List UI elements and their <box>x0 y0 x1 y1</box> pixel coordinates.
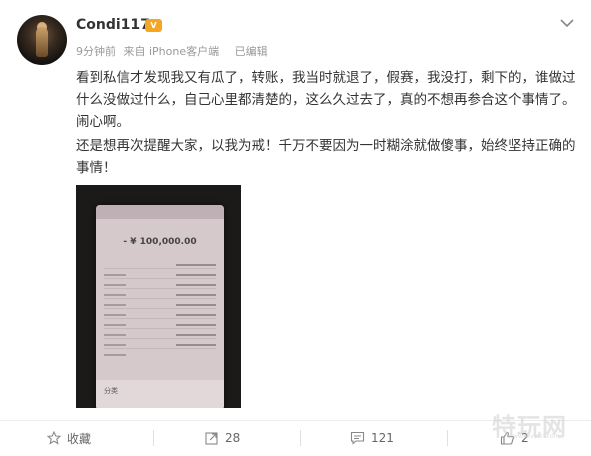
post-image[interactable]: - ¥ 100,000.00 分类 <box>76 185 241 408</box>
detail-row <box>104 301 216 316</box>
favorite-icon <box>47 431 61 445</box>
forward-button[interactable]: 28 <box>205 422 240 454</box>
vip-badge-icon: V <box>145 19 162 32</box>
like-button[interactable]: 2 <box>500 422 529 454</box>
action-separator <box>447 430 448 446</box>
comment-count: 121 <box>371 431 394 445</box>
transfer-detail-rows <box>96 261 224 356</box>
action-separator <box>300 430 301 446</box>
weibo-post-card: Condi117 V 9分钟前 来自 iPhone客户端 已编辑 看到私信才发现… <box>0 0 591 456</box>
forward-count: 28 <box>225 431 241 445</box>
detail-row <box>104 271 216 286</box>
detail-row <box>104 331 216 346</box>
phone-header <box>96 205 224 219</box>
avatar-figure-body <box>36 27 48 57</box>
post-paragraph-1: 看到私信才发现我又有瓜了，转账，我当时就退了，假赛，我没打，剩下的，谁做过什么没… <box>76 70 576 130</box>
detail-row <box>104 281 216 296</box>
forward-icon <box>205 432 218 445</box>
post-source: 来自 iPhone客户端 <box>123 45 220 58</box>
phone-screenshot: - ¥ 100,000.00 分类 <box>96 205 224 408</box>
transfer-amount: - ¥ 100,000.00 <box>123 237 197 247</box>
post-time[interactable]: 9分钟前 <box>76 45 116 58</box>
detail-row <box>104 321 216 336</box>
username[interactable]: Condi117 <box>76 17 150 33</box>
like-count: 2 <box>521 431 529 445</box>
detail-row <box>104 291 216 306</box>
favorite-label: 收藏 <box>67 431 92 446</box>
edited-label[interactable]: 已编辑 <box>235 45 268 58</box>
action-separator <box>153 430 154 446</box>
post-paragraph-2: 还是想再次提醒大家，以我为戒！千万不要因为一时糊涂就做傻事，始终坚持正确的事情！ <box>76 138 576 176</box>
post-text: 看到私信才发现我又有瓜了，转账，我当时就退了，假赛，我没打，剩下的，谁做过什么没… <box>76 67 576 181</box>
action-bar-divider <box>0 420 591 421</box>
comment-icon <box>350 431 365 445</box>
favorite-button[interactable]: 收藏 <box>47 422 91 454</box>
detail-row <box>104 311 216 326</box>
post-meta: 9分钟前 来自 iPhone客户端 已编辑 <box>76 43 272 59</box>
detail-row <box>104 261 216 276</box>
comment-button[interactable]: 121 <box>350 422 394 454</box>
detail-row <box>104 341 216 356</box>
category-section: 分类 <box>96 380 224 408</box>
thumbs-up-icon <box>500 431 514 445</box>
avatar[interactable] <box>17 15 67 65</box>
chevron-down-icon[interactable] <box>560 18 574 28</box>
